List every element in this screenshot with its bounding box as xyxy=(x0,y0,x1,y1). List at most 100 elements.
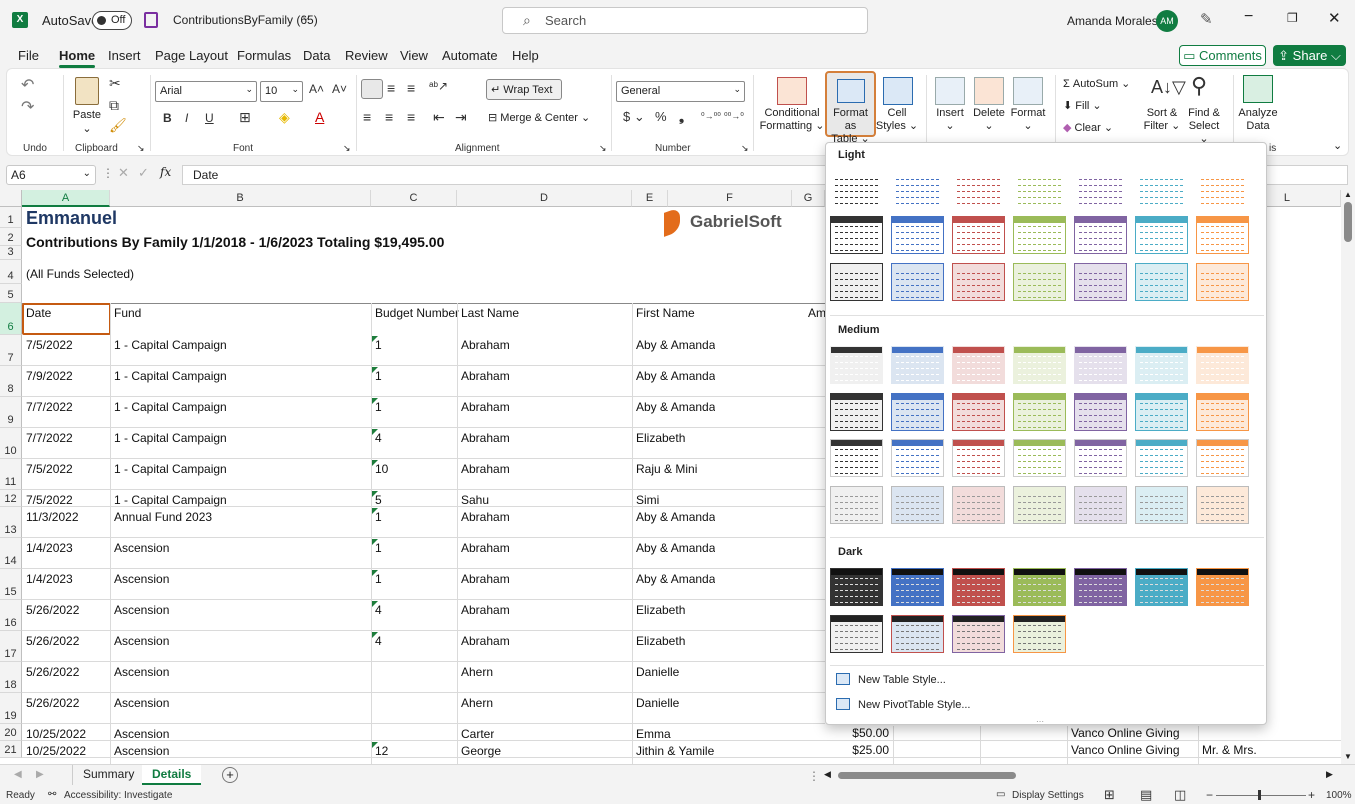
new-table-style-item[interactable]: New Table Style... xyxy=(836,673,946,686)
cell-first-name[interactable]: Aby & Amanda xyxy=(634,369,715,383)
cell-date[interactable]: 7/7/2022 xyxy=(24,400,73,414)
table-style-swatch[interactable] xyxy=(1013,346,1066,384)
accessibility-status[interactable]: Accessibility: Investigate xyxy=(64,790,172,801)
cell-fund[interactable]: Ascension xyxy=(112,603,169,617)
table-style-swatch[interactable] xyxy=(830,169,883,207)
cell-amount[interactable]: $50.00 xyxy=(806,726,892,740)
sheet-tab-summary[interactable]: Summary xyxy=(72,765,144,785)
column-header[interactable]: E xyxy=(632,190,668,207)
cell-fund[interactable]: Ascension xyxy=(112,696,169,710)
zoom-out-icon[interactable]: − xyxy=(1206,788,1213,802)
cell-date[interactable]: 7/5/2022 xyxy=(24,338,73,352)
resize-grip-icon[interactable]: ⋯ xyxy=(1036,717,1044,726)
table-style-swatch[interactable] xyxy=(1013,486,1066,524)
cell-date[interactable]: 1/4/2023 xyxy=(24,541,73,555)
zoom-level[interactable]: 100% xyxy=(1326,790,1352,801)
table-style-swatch[interactable] xyxy=(1074,393,1127,431)
tab-review[interactable]: Review xyxy=(345,48,388,63)
cell-last-name[interactable]: Ahern xyxy=(459,665,493,679)
table-style-swatch[interactable] xyxy=(952,568,1005,606)
table-style-swatch[interactable] xyxy=(830,439,883,477)
cell-budget-number[interactable]: 4 xyxy=(373,634,382,648)
avatar[interactable]: AM xyxy=(1156,10,1178,32)
table-style-swatch[interactable] xyxy=(891,393,944,431)
scroll-right-icon[interactable]: ▶ xyxy=(1326,769,1333,780)
cell-fund[interactable]: 1 - Capital Campaign xyxy=(112,493,227,507)
zoom-slider[interactable] xyxy=(1216,795,1306,796)
file-name[interactable]: ContributionsByFamily (65) xyxy=(173,13,318,27)
cell-last-name[interactable]: Abraham xyxy=(459,634,510,648)
table-style-swatch[interactable] xyxy=(830,486,883,524)
cell-fund[interactable]: Ascension xyxy=(112,541,169,555)
cell-first-name[interactable]: Danielle xyxy=(634,696,679,710)
format-painter-icon[interactable]: 🖌 xyxy=(109,117,127,134)
tab-file[interactable]: File xyxy=(18,48,39,63)
table-style-swatch[interactable] xyxy=(1013,439,1066,477)
cell-last-name[interactable]: Ahern xyxy=(459,696,493,710)
display-settings[interactable]: Display Settings xyxy=(1012,790,1084,801)
cell-budget-number[interactable]: 1 xyxy=(373,510,382,524)
cell-first-name[interactable]: Aby & Amanda xyxy=(634,400,715,414)
table-style-swatch[interactable] xyxy=(891,346,944,384)
sort-filter-button[interactable]: Sort & Filter ⌄ xyxy=(1141,107,1183,133)
fill-button[interactable]: ⬇ Fill ⌄ xyxy=(1063,99,1102,112)
cell-last-name[interactable]: George xyxy=(459,744,501,758)
scroll-thumb[interactable] xyxy=(1344,202,1352,242)
cell-extra[interactable]: Mr. & Mrs. xyxy=(1200,743,1257,757)
cell-budget-number[interactable]: 1 xyxy=(373,400,382,414)
row-header[interactable]: 3 xyxy=(0,246,22,260)
normal-view-icon[interactable]: ⊞ xyxy=(1104,787,1115,803)
row-header[interactable]: 18 xyxy=(0,662,22,693)
cell-last-name[interactable]: Carter xyxy=(459,727,494,741)
table-style-swatch[interactable] xyxy=(1135,169,1188,207)
row-header[interactable]: 4 xyxy=(0,260,22,284)
table-style-swatch[interactable] xyxy=(952,486,1005,524)
table-style-swatch[interactable] xyxy=(1196,216,1249,254)
row-header[interactable]: 2 xyxy=(0,228,22,246)
collapse-ribbon-icon[interactable]: ⌄ xyxy=(1333,139,1342,152)
cell-last-name[interactable]: Sahu xyxy=(459,493,489,507)
cell-last-name[interactable]: Abraham xyxy=(459,338,510,352)
cell-last-name[interactable]: Abraham xyxy=(459,572,510,586)
cell-last-name[interactable]: Abraham xyxy=(459,541,510,555)
decrease-font-icon[interactable]: A˅ xyxy=(332,82,347,96)
middle-align-icon[interactable]: ≡ xyxy=(387,80,395,96)
table-style-swatch[interactable] xyxy=(1013,169,1066,207)
sheet-tab-details[interactable]: Details xyxy=(142,765,202,785)
table-style-swatch[interactable] xyxy=(1074,263,1127,301)
font-name-select[interactable]: Arial ⌄ xyxy=(155,81,257,102)
select-all-corner[interactable] xyxy=(0,190,22,207)
minimize-icon[interactable]: − xyxy=(1244,8,1253,26)
delete-cells-icon[interactable] xyxy=(974,77,1004,105)
scroll-up-icon[interactable]: ▲ xyxy=(1344,190,1352,199)
row-header[interactable]: 16 xyxy=(0,600,22,631)
align-right-icon[interactable]: ≡ xyxy=(407,109,415,125)
table-style-swatch[interactable] xyxy=(1013,568,1066,606)
close-icon[interactable]: ✕ xyxy=(1328,9,1341,27)
cell-date[interactable]: 7/7/2022 xyxy=(24,431,73,445)
cell-fund[interactable]: Ascension xyxy=(112,665,169,679)
underline-icon[interactable]: U xyxy=(205,111,214,125)
cell-fund[interactable]: 1 - Capital Campaign xyxy=(112,369,227,383)
add-sheet-icon[interactable]: + xyxy=(222,767,238,783)
cell-fund[interactable]: Ascension xyxy=(112,572,169,586)
cell-date[interactable]: 5/26/2022 xyxy=(24,665,79,679)
row-header[interactable]: 11 xyxy=(0,459,22,490)
autosave-toggle[interactable]: Off xyxy=(92,11,132,30)
row-header[interactable]: 20 xyxy=(0,724,22,741)
table-style-swatch[interactable] xyxy=(1135,486,1188,524)
row-header[interactable]: 5 xyxy=(0,284,22,303)
table-style-swatch[interactable] xyxy=(1135,216,1188,254)
cell-last-name[interactable]: Abraham xyxy=(459,462,510,476)
cell-fund[interactable]: Ascension xyxy=(112,634,169,648)
cell-date[interactable]: 5/26/2022 xyxy=(24,603,79,617)
cell-first-name[interactable]: Simi xyxy=(634,493,659,507)
row-header[interactable]: 7 xyxy=(0,335,22,366)
table-style-swatch[interactable] xyxy=(1135,568,1188,606)
cell-styles-button[interactable]: Cell Styles ⌄ xyxy=(873,107,921,133)
row-header[interactable]: 8 xyxy=(0,366,22,397)
tab-page-layout[interactable]: Page Layout xyxy=(155,48,228,63)
cell-budget-number[interactable]: 5 xyxy=(373,493,382,507)
table-style-swatch[interactable] xyxy=(1013,216,1066,254)
cell-fund[interactable]: 1 - Capital Campaign xyxy=(112,338,227,352)
